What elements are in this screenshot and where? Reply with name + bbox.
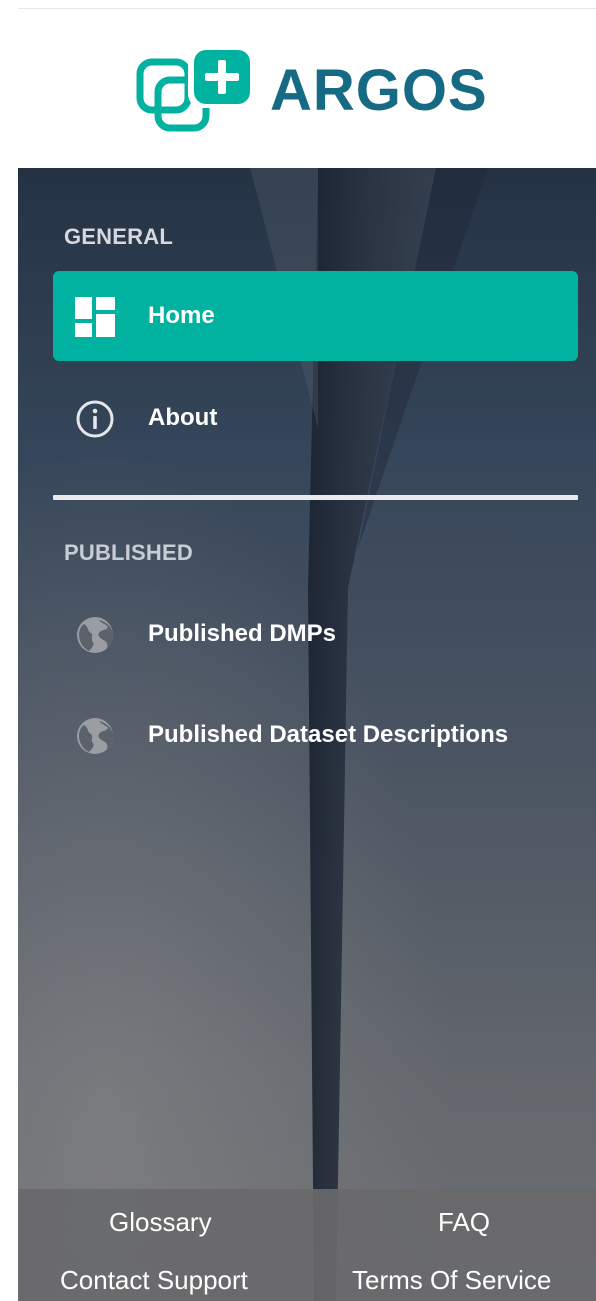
sidebar-item-published-dmps[interactable]: Published DMPs [53, 589, 578, 679]
globe-icon [77, 718, 113, 754]
terms-of-service-link[interactable]: Terms Of Service [352, 1265, 551, 1296]
top-divider [18, 8, 596, 9]
contact-support-link[interactable]: Contact Support [60, 1265, 248, 1296]
sidebar-item-label: Home [148, 302, 215, 329]
sidebar: GENERAL Home About PUBLISHED Published D… [18, 168, 596, 1301]
sidebar-item-label: Published Dataset Descriptions [148, 721, 509, 748]
sidebar-item-label: About [148, 404, 218, 431]
globe-icon [77, 617, 113, 653]
sidebar-footer: Glossary FAQ Contact Support Terms Of Se… [18, 1189, 596, 1301]
brand-header: ARGOS [0, 36, 596, 146]
sidebar-item-about[interactable]: About [53, 373, 578, 463]
sidebar-item-label: Published DMPs [148, 620, 337, 647]
sidebar-item-home[interactable]: Home [53, 271, 578, 361]
argos-logo-icon[interactable] [136, 44, 256, 140]
section-header-published: PUBLISHED [64, 540, 193, 565]
sidebar-item-published-dataset-descriptions[interactable]: Published Dataset Descriptions [53, 690, 578, 780]
sidebar-divider [53, 495, 578, 500]
brand-name[interactable]: ARGOS [270, 56, 488, 126]
glossary-link[interactable]: Glossary [109, 1207, 212, 1238]
dashboard-icon [75, 297, 115, 337]
faq-link[interactable]: FAQ [438, 1207, 490, 1238]
section-header-general: GENERAL [64, 224, 173, 249]
info-icon [76, 400, 114, 438]
